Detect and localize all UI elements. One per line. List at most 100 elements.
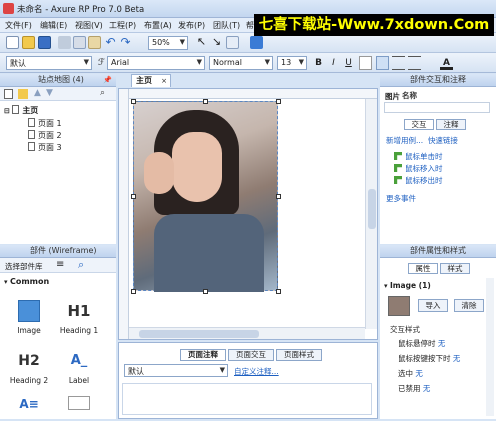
- tab-notes[interactable]: 注释: [436, 119, 466, 130]
- widget-name-input[interactable]: 名称: [402, 90, 490, 101]
- tab-properties[interactable]: 属性: [408, 263, 438, 274]
- tree-item-page1[interactable]: 页面 1: [28, 118, 62, 129]
- widget-image[interactable]: Image: [6, 300, 52, 335]
- properties-scrollbar[interactable]: [486, 278, 494, 416]
- name-input-box[interactable]: [384, 102, 490, 113]
- resize-handle[interactable]: [131, 289, 136, 294]
- save-icon[interactable]: [38, 36, 51, 49]
- widget-rectangle[interactable]: [56, 396, 102, 414]
- menu-team[interactable]: 团队(T): [213, 20, 240, 31]
- clear-button[interactable]: 清除: [454, 299, 484, 312]
- select-cursor-icon[interactable]: ↖: [195, 36, 208, 49]
- add-folder-icon[interactable]: [18, 89, 28, 99]
- resize-handle[interactable]: [131, 99, 136, 104]
- style-value[interactable]: 无: [453, 354, 461, 363]
- resize-handle[interactable]: [276, 289, 281, 294]
- tab-interactions[interactable]: 交互: [404, 119, 434, 130]
- tab-page-interactions[interactable]: 页面交互: [228, 349, 274, 361]
- font-color-icon[interactable]: A: [440, 56, 453, 70]
- move-up-icon[interactable]: ▲: [34, 88, 41, 98]
- move-down-icon[interactable]: ▼: [46, 88, 53, 98]
- add-page-icon[interactable]: [4, 89, 13, 99]
- font-size-select[interactable]: 13 ▼: [277, 56, 307, 70]
- connector-icon[interactable]: ↘: [210, 36, 223, 49]
- font-select[interactable]: Arial ▼: [107, 56, 205, 70]
- add-case-link[interactable]: 新增用例... 快速链接: [386, 135, 458, 146]
- widget-label[interactable]: A_ Label: [56, 350, 102, 385]
- style-value[interactable]: 无: [423, 384, 431, 393]
- cut-icon[interactable]: [58, 36, 71, 49]
- tab-style[interactable]: 样式: [440, 263, 470, 274]
- menu-edit[interactable]: 编辑(E): [40, 20, 67, 31]
- resize-handle[interactable]: [276, 194, 281, 199]
- italic-button[interactable]: I: [327, 56, 340, 70]
- menu-publish[interactable]: 发布(P): [178, 20, 205, 31]
- tree-item-home[interactable]: ⊟ 主页: [4, 105, 38, 116]
- menu-icon[interactable]: ≡: [56, 259, 64, 270]
- scroll-thumb[interactable]: [139, 330, 259, 338]
- vertical-scrollbar[interactable]: [365, 99, 377, 329]
- text-color-icon[interactable]: [359, 56, 372, 70]
- tab-page-notes[interactable]: 页面注释: [180, 349, 226, 361]
- resize-handle[interactable]: [203, 99, 208, 104]
- style-selected[interactable]: 选中 无: [398, 368, 423, 379]
- undo-icon[interactable]: ↶: [104, 36, 117, 49]
- scroll-thumb[interactable]: [368, 189, 376, 229]
- library-select[interactable]: 选择部件库: [5, 261, 43, 272]
- tab-page-style[interactable]: 页面样式: [276, 349, 322, 361]
- menu-help[interactable]: 帮: [246, 20, 254, 31]
- preview-icon[interactable]: [250, 36, 263, 49]
- underline-button[interactable]: U: [342, 56, 355, 70]
- align-center-icon[interactable]: [392, 56, 405, 70]
- search-icon[interactable]: ⌕: [100, 88, 105, 98]
- widget-heading2[interactable]: H2 Heading 2: [6, 350, 52, 385]
- tab-home[interactable]: 主页 ×: [131, 74, 171, 87]
- widget-heading1[interactable]: H1 Heading 1: [56, 300, 102, 335]
- menu-file[interactable]: 文件(F): [5, 20, 32, 31]
- more-events-link[interactable]: 更多事件: [386, 193, 416, 204]
- widget-paragraph[interactable]: A≡: [6, 396, 52, 416]
- category-common[interactable]: ▾ Common: [4, 277, 49, 286]
- copy-icon[interactable]: [73, 36, 86, 49]
- menu-project[interactable]: 工程(P): [109, 20, 136, 31]
- widgets-header: 部件 (Wireframe): [0, 245, 116, 258]
- style-value[interactable]: 无: [438, 339, 446, 348]
- menu-arrange[interactable]: 布置(A): [144, 20, 172, 31]
- image-widget[interactable]: [133, 101, 278, 292]
- open-folder-icon[interactable]: [22, 36, 35, 49]
- section-image[interactable]: ▾ Image (1): [384, 281, 431, 290]
- pin-icon[interactable]: 📌: [103, 74, 112, 86]
- style-hover[interactable]: 鼠标悬停时 无: [398, 338, 445, 349]
- font-weight-select[interactable]: Normal ▼: [209, 56, 273, 70]
- event-onmouseenter[interactable]: 鼠标移入时: [394, 163, 443, 174]
- resize-handle[interactable]: [276, 99, 281, 104]
- import-button[interactable]: 导入: [418, 299, 448, 312]
- paste-icon[interactable]: [88, 36, 101, 49]
- align-right-icon[interactable]: [408, 56, 421, 70]
- custom-notes-link[interactable]: 自定义注释...: [234, 366, 279, 377]
- tree-item-page2[interactable]: 页面 2: [28, 130, 62, 141]
- style-disabled[interactable]: 已禁用 无: [398, 383, 430, 394]
- search-icon[interactable]: ⌕: [78, 258, 84, 272]
- event-onmouseout[interactable]: 鼠标移出时: [394, 175, 443, 186]
- style-value[interactable]: 无: [415, 369, 423, 378]
- align-left-icon[interactable]: [376, 56, 389, 70]
- close-icon[interactable]: ×: [161, 75, 167, 87]
- resize-handle[interactable]: [131, 194, 136, 199]
- notes-select[interactable]: 默认 ▼: [124, 364, 228, 377]
- menu-view[interactable]: 视图(V): [75, 20, 103, 31]
- widget-label: Image: [17, 326, 41, 335]
- new-file-icon[interactable]: [6, 36, 19, 49]
- design-canvas[interactable]: [118, 88, 378, 340]
- event-onclick[interactable]: 鼠标单击时: [394, 151, 443, 162]
- horizontal-scrollbar[interactable]: [129, 327, 365, 339]
- notes-textarea[interactable]: [122, 383, 372, 415]
- bold-button[interactable]: B: [312, 56, 325, 70]
- crop-icon[interactable]: [226, 36, 239, 49]
- style-select[interactable]: 默认 ▼: [6, 56, 92, 70]
- resize-handle[interactable]: [203, 289, 208, 294]
- zoom-select[interactable]: 50% ▼: [148, 36, 188, 50]
- redo-icon[interactable]: ↷: [119, 36, 132, 49]
- tree-item-page3[interactable]: 页面 3: [28, 142, 62, 153]
- style-mousedown[interactable]: 鼠标按键按下时 无: [398, 353, 460, 364]
